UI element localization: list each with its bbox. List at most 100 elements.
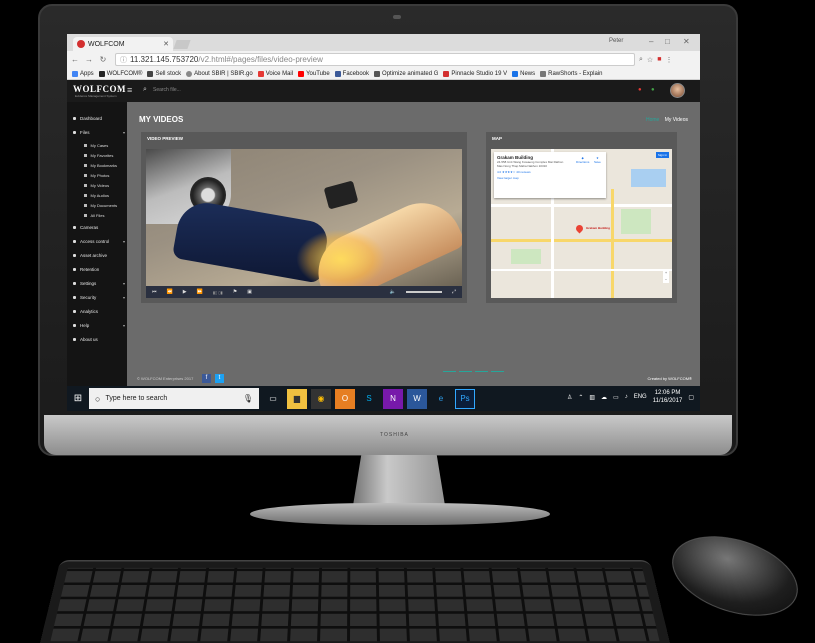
bookmark-voice-mail[interactable]: Voice Mail <box>257 70 293 77</box>
search-icon[interactable]: ⌕ <box>639 56 643 64</box>
sidebar-sub-my-photos[interactable]: My Photos <box>84 173 109 178</box>
sidebar-item-files[interactable]: Files ▾ <box>73 130 125 135</box>
facebook-icon[interactable]: f <box>202 374 211 383</box>
forward-icon[interactable]: → <box>83 55 95 64</box>
battery-icon[interactable]: ▭ <box>613 394 619 401</box>
sidebar-item-retention[interactable]: Retention <box>73 267 125 272</box>
messages-icon[interactable]: ● <box>651 87 655 93</box>
larger-map-link[interactable]: View larger map <box>497 176 603 180</box>
people-icon[interactable]: ♙ <box>567 394 572 401</box>
close-window-icon[interactable]: ✕ <box>683 37 690 46</box>
bookmark-icon[interactable]: ⚑ <box>233 289 237 295</box>
sidebar-item-security[interactable]: Security ▾ <box>73 295 125 300</box>
address-bar[interactable]: ⓘ 11.321.145.753720 /v2.html#/pages/file… <box>115 53 635 66</box>
bookmark-news[interactable]: News <box>512 70 535 77</box>
minimize-icon[interactable]: – <box>649 37 653 46</box>
bookmark-apps[interactable]: Apps <box>72 70 94 77</box>
notification-bell-icon[interactable]: ● <box>638 87 642 93</box>
sidebar-item-access-control[interactable]: Access control ▾ <box>73 239 125 244</box>
new-tab-button[interactable] <box>173 40 191 49</box>
bookmark-sell-stock[interactable]: Sell stock <box>147 70 181 77</box>
rewind-icon[interactable]: ⏪ <box>167 289 173 295</box>
taskbar-clock[interactable]: 12:06 PM 11/16/2017 <box>653 389 683 405</box>
play-icon[interactable]: ▶ <box>183 289 187 295</box>
word-icon[interactable]: W <box>407 388 427 409</box>
bookmark-pinnacle[interactable]: Pinnacle Studio 19 V <box>443 70 507 77</box>
menu-dots-icon[interactable]: ⋮ <box>665 56 672 64</box>
tab-close-icon[interactable]: ✕ <box>163 40 169 48</box>
task-view-icon[interactable]: ▭ <box>263 389 283 409</box>
directions-button[interactable]: ◆ Directions <box>576 156 589 164</box>
action-center-icon[interactable]: ▢ <box>688 394 694 401</box>
back-icon[interactable]: ← <box>69 55 81 64</box>
chevron-down-icon: ▾ <box>122 281 125 286</box>
maximize-icon[interactable]: □ <box>665 37 670 46</box>
video-player[interactable] <box>146 149 462 286</box>
taskbar-search-input[interactable]: ○ Type here to search 🎙 <box>89 388 259 409</box>
pdf-extension-icon[interactable]: ■ <box>657 56 661 63</box>
edge-icon[interactable]: e <box>431 389 451 409</box>
sidebar-item-cameras[interactable]: Cameras <box>73 225 125 230</box>
chevron-up-icon[interactable]: ⌃ <box>578 394 583 401</box>
fast-forward-icon[interactable]: ⏩ <box>197 289 203 295</box>
help-icon <box>73 324 76 327</box>
app-logo[interactable]: WOLFCOM <box>73 84 126 94</box>
bookmark-youtube[interactable]: YouTube <box>298 70 330 77</box>
info-icon[interactable]: ⓘ <box>120 55 127 65</box>
bookmark-optimize[interactable]: Optimize animated G <box>374 70 438 77</box>
volume-slider[interactable] <box>405 291 442 293</box>
map-zoom-control[interactable]: + − <box>663 269 669 283</box>
save-button[interactable]: ★ Save <box>594 156 601 164</box>
sidebar-sub-my-favorites[interactable]: My Favorites <box>84 153 113 158</box>
twitter-icon[interactable]: t <box>215 374 224 383</box>
onenote-icon[interactable]: N <box>383 388 403 409</box>
skype-icon[interactable]: S <box>359 389 379 409</box>
windows-start-icon[interactable]: ⊞ <box>67 393 89 404</box>
map-pin-icon[interactable] <box>574 223 585 234</box>
sidebar-sub-my-audios[interactable]: My Audios <box>84 193 109 198</box>
photoshop-icon[interactable]: Ps <box>455 388 475 409</box>
breadcrumb-home[interactable]: Home <box>646 117 659 123</box>
browser-tab-strip: WOLFCOM ✕ Peter – □ ✕ <box>67 34 700 51</box>
app-header: WOLFCOM Evidence Management System ≡ ⌕ S… <box>67 80 700 102</box>
outlook-icon[interactable]: O <box>335 388 355 409</box>
sidebar-sub-my-documents[interactable]: My Documents <box>84 203 117 208</box>
browser-user[interactable]: Peter <box>609 38 623 44</box>
skip-back-icon[interactable]: ⏮ <box>152 289 157 295</box>
network-icon[interactable]: ▥ <box>589 394 595 401</box>
sidebar-item-about-us[interactable]: About us <box>73 337 125 342</box>
avatar[interactable] <box>670 83 685 98</box>
sidebar-item-analytics[interactable]: Analytics <box>73 309 125 314</box>
onedrive-icon[interactable]: ☁ <box>601 394 607 401</box>
map-sign-in-button[interactable]: Sign in <box>655 152 669 158</box>
news-icon <box>512 70 519 77</box>
volume-icon[interactable]: 🔈 <box>390 289 396 295</box>
bookmark-sbir[interactable]: About SBIR | SBIR.go <box>186 70 253 77</box>
fullscreen-icon[interactable]: ⤢ <box>452 289 456 295</box>
sidebar-sub-my-bookmarks[interactable]: My Bookmarks <box>84 163 117 168</box>
reload-icon[interactable]: ↻ <box>97 55 109 64</box>
bookmark-rawshorts[interactable]: RawShorts - Explain <box>540 70 602 77</box>
sidebar-item-settings[interactable]: Settings ▾ <box>73 281 125 286</box>
case-icon <box>84 144 87 147</box>
app-search-input[interactable]: Search file... <box>153 87 181 93</box>
sidebar-sub-my-videos[interactable]: My Videos <box>84 183 109 188</box>
search-icon[interactable]: ⌕ <box>143 86 147 94</box>
browser-tab[interactable]: WOLFCOM ✕ <box>73 37 173 51</box>
star-icon[interactable]: ☆ <box>647 56 653 64</box>
volume-icon[interactable]: ♪ <box>625 394 628 400</box>
sidebar-sub-my-cases[interactable]: My Cases <box>84 143 108 148</box>
language-indicator[interactable]: ENG <box>634 394 647 400</box>
map-view[interactable]: Grakam Building 24-558 Unit Wang Kowaeng… <box>491 149 672 298</box>
file-explorer-icon[interactable]: ▆ <box>287 388 307 409</box>
sidebar-item-help[interactable]: Help ▾ <box>73 323 125 328</box>
sidebar-item-dashboard[interactable]: Dashboard <box>73 116 125 121</box>
bookmark-facebook[interactable]: Facebook <box>334 70 369 77</box>
microphone-icon[interactable]: 🎙 <box>243 394 253 403</box>
sidebar-item-asset-archive[interactable]: Asset archive <box>73 253 125 258</box>
snapshot-icon[interactable]: ▣ <box>247 289 252 295</box>
menu-toggle-icon[interactable]: ≡ <box>127 85 132 95</box>
sidebar-sub-all-files[interactable]: All Files <box>84 213 105 218</box>
bookmark-wolfcom[interactable]: WOLFCOM® <box>98 70 142 77</box>
chrome-icon[interactable]: ◉ <box>311 388 331 409</box>
